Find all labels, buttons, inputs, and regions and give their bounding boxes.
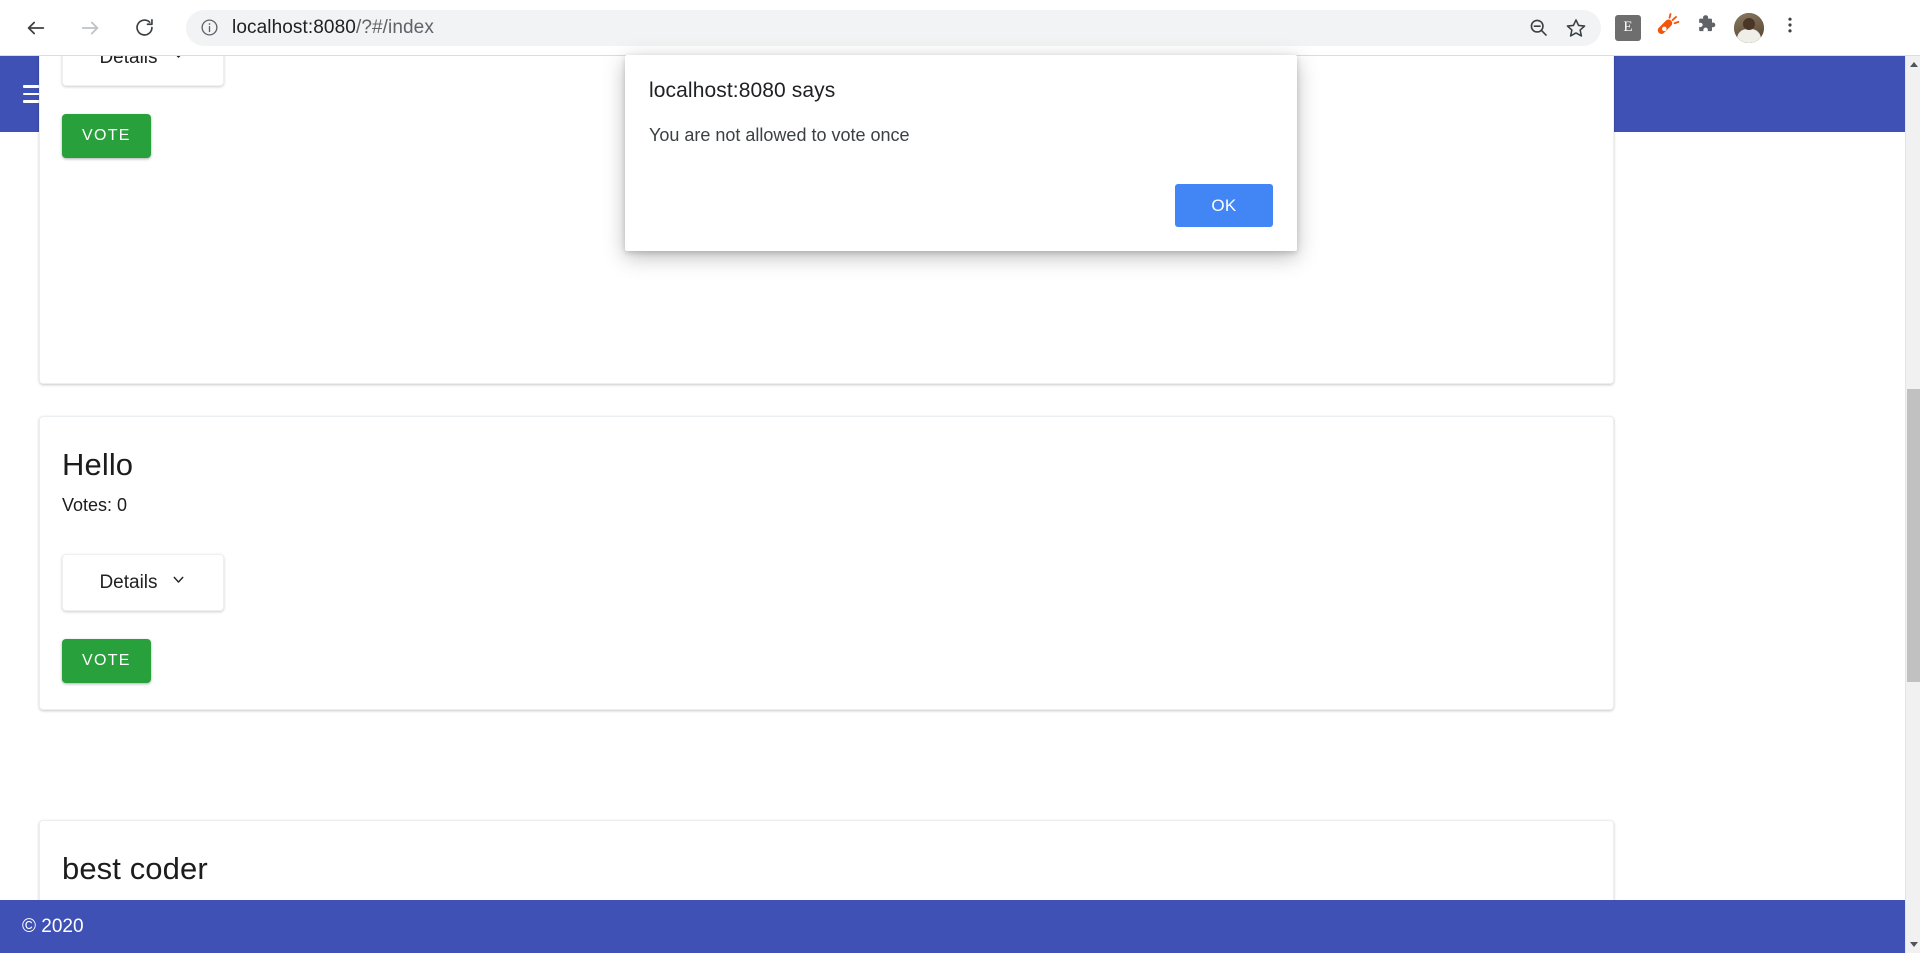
- details-button-label: Details: [99, 571, 158, 593]
- browser-toolbar: localhost:8080/?#/index E: [0, 0, 1920, 56]
- forward-arrow-icon: [79, 17, 101, 39]
- poll-card-title: Hello: [62, 447, 134, 482]
- page-footer: © 2020: [0, 900, 1905, 953]
- dialog-message: You are not allowed to vote once: [649, 125, 910, 145]
- details-button-label: Details: [99, 56, 158, 68]
- details-button[interactable]: Details: [62, 554, 224, 611]
- address-bar[interactable]: localhost:8080/?#/index: [186, 9, 1601, 46]
- poll-card-title: best coder: [62, 851, 208, 886]
- chevron-down-icon: [170, 571, 187, 594]
- scroll-down-icon: [1909, 942, 1918, 947]
- reload-button[interactable]: [124, 8, 164, 48]
- url-text: localhost:8080/?#/index: [232, 16, 434, 38]
- profile-avatar[interactable]: [1734, 12, 1764, 43]
- extension-e-icon[interactable]: E: [1615, 14, 1641, 41]
- zoom-out-icon[interactable]: [1521, 11, 1555, 45]
- back-arrow-icon: [25, 17, 47, 39]
- vote-button[interactable]: VOTE: [62, 639, 151, 683]
- page-scrollbar[interactable]: [1905, 56, 1920, 953]
- dialog-ok-button[interactable]: OK: [1175, 184, 1273, 227]
- scrollbar-up-arrow[interactable]: [1906, 56, 1920, 73]
- omnibox-actions: [1521, 11, 1593, 45]
- bookmark-star-icon[interactable]: [1559, 11, 1593, 45]
- scroll-up-icon: [1909, 62, 1918, 67]
- scrollbar-thumb[interactable]: [1907, 389, 1920, 682]
- poll-card: Hello Votes: 0 Details VOTE: [39, 416, 1614, 710]
- poll-card-body: Hello Votes: 0 Details VOTE: [40, 417, 1613, 711]
- chrome-menu-icon[interactable]: [1780, 14, 1800, 41]
- site-info-icon[interactable]: [200, 18, 219, 37]
- copyright-text: © 2020: [22, 915, 84, 937]
- extensions-puzzle-icon[interactable]: [1695, 13, 1720, 43]
- back-button[interactable]: [16, 8, 56, 48]
- avatar-head: [1743, 17, 1755, 30]
- poll-card-votes: Votes: 0: [62, 495, 128, 515]
- scrollbar-down-arrow[interactable]: [1906, 936, 1920, 953]
- forward-button[interactable]: [70, 8, 110, 48]
- vote-button[interactable]: VOTE: [62, 114, 151, 158]
- details-button[interactable]: Details: [62, 56, 224, 86]
- clapper-extension-icon[interactable]: [1655, 12, 1681, 43]
- extension-icons: E: [1615, 12, 1812, 43]
- javascript-alert-dialog: localhost:8080 says You are not allowed …: [625, 55, 1297, 251]
- reload-icon: [134, 17, 155, 38]
- avatar-body: [1737, 28, 1761, 43]
- chevron-down-icon: [170, 56, 187, 69]
- content-area: Details VOTE Hello Votes: 0 Details VOTE…: [0, 56, 1905, 953]
- dialog-title: localhost:8080 says: [649, 79, 836, 102]
